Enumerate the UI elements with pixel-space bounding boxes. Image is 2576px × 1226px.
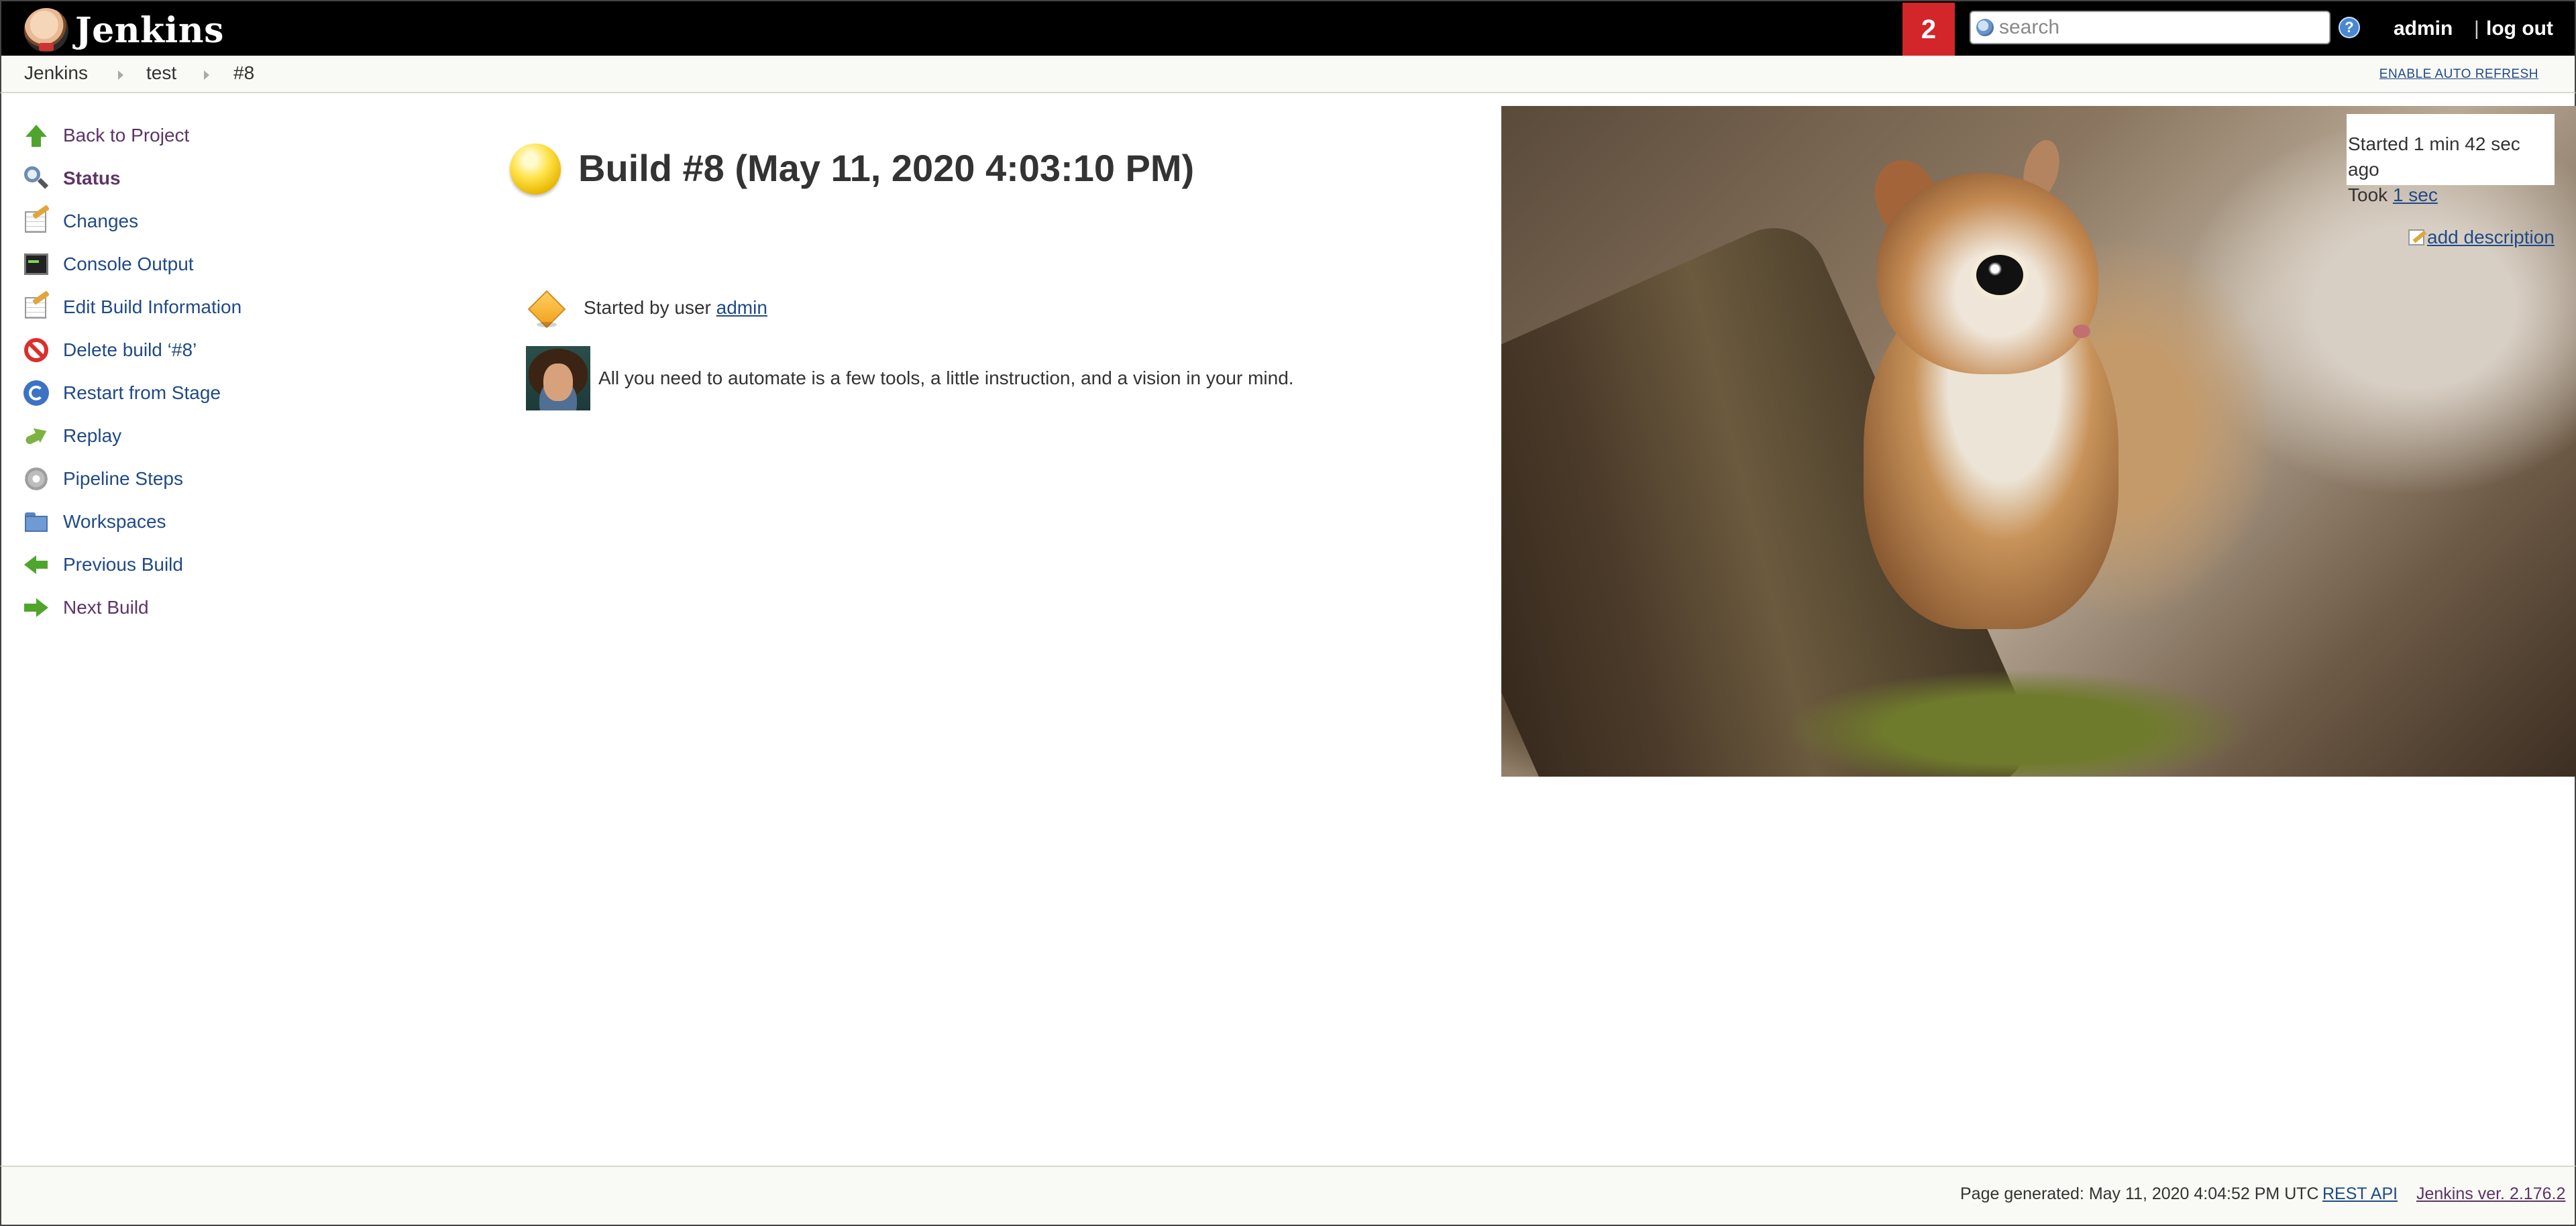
build-timing-box: Started 1 min 42 sec ago Took 1 sec bbox=[2347, 114, 2555, 205]
task-edit-build-information[interactable]: Edit Build Information bbox=[23, 286, 425, 329]
header-separator: | bbox=[2474, 17, 2479, 40]
photo-chipmunk-eye bbox=[1976, 255, 2023, 295]
task-previous-build[interactable]: Previous Build bbox=[23, 543, 425, 586]
task-label[interactable]: Edit Build Information bbox=[63, 296, 241, 318]
build-cause: Started by user admin bbox=[526, 288, 767, 327]
gear-icon bbox=[23, 465, 50, 492]
add-description-link[interactable]: add description bbox=[2427, 227, 2555, 248]
avatar bbox=[526, 346, 590, 410]
page-title: Build #8 (May 11, 2020 4:03:10 PM) bbox=[578, 147, 1195, 189]
breadcrumb-item-test[interactable]: test bbox=[146, 62, 176, 84]
task-replay[interactable]: Replay bbox=[23, 414, 425, 457]
task-console-output[interactable]: Console Output bbox=[23, 243, 425, 286]
jenkins-logo-text: Jenkins bbox=[75, 9, 224, 51]
top-header: Jenkins 2 ? admin | log out bbox=[0, 0, 2576, 56]
build-status-ball-icon bbox=[510, 144, 561, 194]
page-footer: Page generated: May 11, 2020 4:04:52 PM … bbox=[0, 1166, 2576, 1226]
page-generated-text: Page generated: May 11, 2020 4:04:52 PM … bbox=[1960, 1184, 2319, 1203]
notepad-icon bbox=[23, 294, 50, 321]
edit-pencil-icon bbox=[2408, 229, 2424, 245]
breadcrumb: Jenkins test #8 ENABLE AUTO REFRESH bbox=[0, 56, 2576, 93]
breadcrumb-arrow-icon[interactable] bbox=[118, 70, 123, 80]
started-text: Started 1 min 42 sec ago bbox=[2348, 133, 2520, 180]
search-input[interactable] bbox=[1998, 13, 2322, 42]
task-restart-from-stage[interactable]: Restart from Stage bbox=[23, 372, 425, 414]
task-label[interactable]: Replay bbox=[63, 425, 121, 447]
task-label[interactable]: Pipeline Steps bbox=[63, 468, 183, 490]
notification-badge[interactable]: 2 bbox=[1902, 3, 1955, 56]
delete-icon bbox=[23, 337, 50, 364]
took-duration-link[interactable]: 1 sec bbox=[2393, 184, 2438, 205]
task-pipeline-steps[interactable]: Pipeline Steps bbox=[23, 457, 425, 500]
breadcrumb-arrow-icon[interactable] bbox=[204, 70, 209, 80]
task-workspaces[interactable]: Workspaces bbox=[23, 500, 425, 543]
up-arrow-icon bbox=[23, 122, 50, 149]
task-label[interactable]: Restart from Stage bbox=[63, 382, 221, 404]
breadcrumb-item-build[interactable]: #8 bbox=[233, 62, 254, 84]
terminal-icon bbox=[23, 251, 50, 278]
task-label[interactable]: Next Build bbox=[63, 597, 149, 618]
replay-icon bbox=[23, 423, 50, 449]
restart-icon bbox=[23, 380, 50, 406]
jenkins-home-link[interactable]: Jenkins bbox=[24, 7, 224, 54]
took-prefix: Took bbox=[2348, 184, 2388, 205]
rest-api-link[interactable]: REST API bbox=[2322, 1184, 2398, 1204]
jenkins-butler-logo-icon bbox=[24, 8, 68, 52]
logout-link[interactable]: log out bbox=[2486, 17, 2553, 40]
took-row: Took 1 sec bbox=[2348, 182, 2555, 208]
task-label[interactable]: Back to Project bbox=[63, 125, 189, 146]
photo-chipmunk-nose bbox=[2073, 325, 2090, 338]
task-back-to-project[interactable]: Back to Project bbox=[23, 114, 425, 157]
task-label[interactable]: Workspaces bbox=[63, 511, 166, 533]
task-label[interactable]: Console Output bbox=[63, 254, 194, 275]
task-label[interactable]: Delete build ‘#8’ bbox=[63, 339, 197, 361]
left-arrow-icon bbox=[23, 551, 50, 578]
task-changes[interactable]: Changes bbox=[23, 200, 425, 243]
folder-icon bbox=[23, 508, 50, 535]
notepad-icon bbox=[23, 208, 50, 235]
breadcrumb-item-jenkins[interactable]: Jenkins bbox=[24, 62, 88, 84]
task-label[interactable]: Previous Build bbox=[63, 554, 183, 575]
cause-user-link[interactable]: admin bbox=[716, 297, 767, 318]
photo-moss bbox=[1783, 669, 2253, 777]
task-status[interactable]: Status bbox=[23, 157, 425, 200]
cause-text: Started by user admin bbox=[584, 297, 767, 319]
right-arrow-icon bbox=[23, 594, 50, 621]
task-label[interactable]: Changes bbox=[63, 211, 138, 232]
task-next-build[interactable]: Next Build bbox=[23, 586, 425, 629]
add-description-button[interactable]: add description bbox=[2408, 227, 2555, 248]
cause-prefix: Started by user bbox=[584, 297, 711, 318]
jenkins-version-link[interactable]: Jenkins ver. 2.176.2 bbox=[2416, 1184, 2565, 1204]
task-label[interactable]: Status bbox=[63, 168, 121, 189]
user-link[interactable]: admin bbox=[2394, 17, 2453, 40]
help-icon[interactable]: ? bbox=[2339, 17, 2360, 38]
side-panel-tasks: Back to Project Status Changes Console O… bbox=[23, 114, 425, 629]
search-box bbox=[1970, 11, 2330, 44]
task-delete-build[interactable]: Delete build ‘#8’ bbox=[23, 329, 425, 372]
enable-auto-refresh-link[interactable]: ENABLE AUTO REFRESH bbox=[2379, 67, 2538, 82]
build-quote: All you need to automate is a few tools,… bbox=[526, 346, 1294, 410]
user-cause-icon bbox=[526, 288, 565, 327]
search-icon bbox=[1976, 19, 1994, 36]
magnifier-icon bbox=[23, 165, 50, 192]
quote-text: All you need to automate is a few tools,… bbox=[598, 368, 1294, 388]
